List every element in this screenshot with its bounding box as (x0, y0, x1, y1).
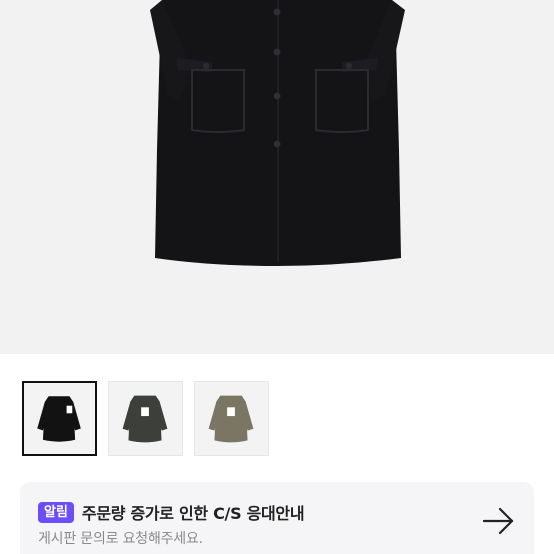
product-main-image[interactable] (0, 0, 554, 354)
notice-title: 주문량 증가로 인한 C/S 응대안내 (81, 504, 305, 523)
notice-banner[interactable]: 알림 주문량 증가로 인한 C/S 응대안내 게시판 문의로 요청해주세요. (20, 482, 534, 554)
thumbnail-black[interactable] (22, 381, 97, 456)
arrow-right-icon[interactable] (482, 506, 516, 536)
thumbnail-charcoal[interactable] (108, 381, 183, 456)
notice-header: 알림 주문량 증가로 인한 C/S 응대안내 (38, 500, 305, 524)
thumbnail-khaki[interactable] (194, 381, 269, 456)
notice-badge: 알림 (38, 501, 74, 523)
coat-thumbnail-charcoal (122, 395, 168, 443)
coat-thumbnail-black (37, 396, 81, 442)
thumbnail-list (22, 381, 269, 456)
notice-subtitle: 게시판 문의로 요청해주세요. (38, 531, 203, 547)
coat-thumbnail-khaki (208, 395, 254, 443)
coat-illustration (150, 0, 405, 266)
